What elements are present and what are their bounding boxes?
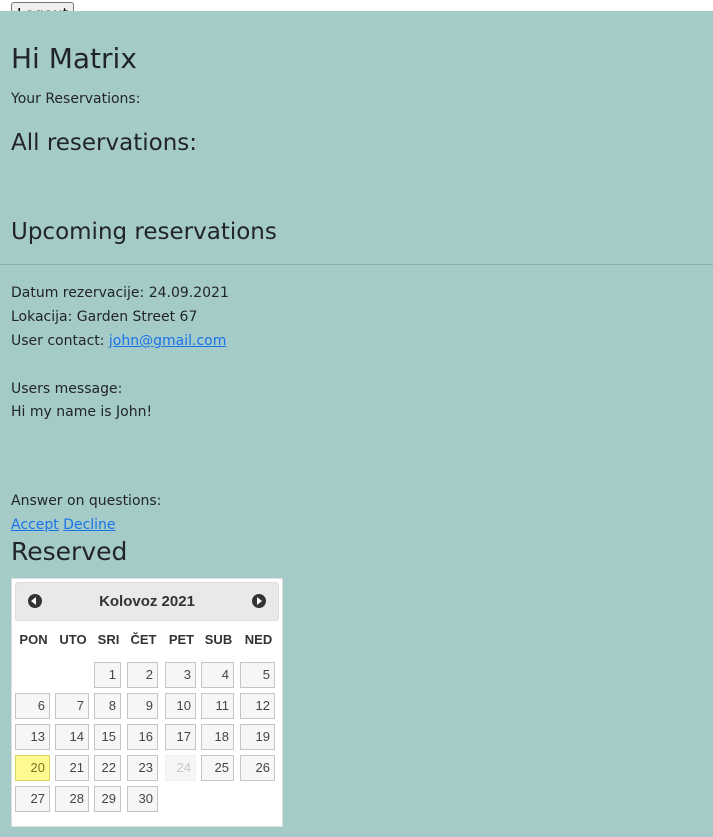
weekday-header: SRI xyxy=(97,632,120,647)
calendar-day[interactable]: 28 xyxy=(55,786,89,812)
calendar-day[interactable]: 11 xyxy=(201,693,234,719)
calendar-day[interactable]: 16 xyxy=(127,724,158,750)
calendar-day[interactable]: 7 xyxy=(55,693,89,719)
next-month-icon[interactable] xyxy=(252,594,266,608)
users-message-text: Hi my name is John! xyxy=(11,404,153,420)
page-content: Hi Matrix Your Reservations: All reserva… xyxy=(0,11,713,837)
calendar-day[interactable]: 9 xyxy=(127,693,158,719)
calendar-day[interactable]: 1 xyxy=(94,662,121,688)
weekday-header: SUB xyxy=(204,632,233,647)
calendar-day[interactable]: 13 xyxy=(15,724,50,750)
calendar-day[interactable]: 20 xyxy=(15,755,50,781)
answer-actions: Accept Decline xyxy=(11,514,116,536)
all-reservations-heading: All reservations: xyxy=(11,130,198,156)
datepicker-calendar: Kolovoz 2021 PON UTO SRI ČET PET SUB NED 12345… xyxy=(11,578,283,827)
calendar-day[interactable]: 19 xyxy=(240,724,275,750)
calendar-day[interactable]: 23 xyxy=(127,755,158,781)
calendar-day[interactable]: 27 xyxy=(15,786,50,812)
calendar-day[interactable]: 29 xyxy=(94,786,121,812)
contact-email-link[interactable]: john@gmail.com xyxy=(109,333,226,349)
reservation-contact: User contact: john@gmail.com xyxy=(11,330,226,352)
decline-link[interactable]: Decline xyxy=(63,517,115,533)
weekday-header: PON xyxy=(19,632,48,647)
calendar-day[interactable]: 12 xyxy=(240,693,275,719)
weekday-header: NED xyxy=(244,632,273,647)
calendar-day[interactable]: 5 xyxy=(240,662,275,688)
calendar-day[interactable]: 25 xyxy=(201,755,234,781)
divider xyxy=(0,264,713,265)
calendar-day[interactable]: 17 xyxy=(165,724,196,750)
calendar-day[interactable]: 15 xyxy=(94,724,121,750)
calendar-day[interactable]: 14 xyxy=(55,724,89,750)
calendar-month-title: Kolovoz 2021 xyxy=(99,593,195,610)
calendar-header: Kolovoz 2021 xyxy=(15,582,279,621)
answer-label: Answer on questions: xyxy=(11,493,162,509)
reserved-heading: Reserved xyxy=(11,537,128,566)
calendar-day[interactable]: 21 xyxy=(55,755,89,781)
calendar-day[interactable]: 10 xyxy=(165,693,196,719)
weekday-header: ČET xyxy=(130,632,157,647)
accept-link[interactable]: Accept xyxy=(11,517,59,533)
calendar-day[interactable]: 26 xyxy=(240,755,275,781)
greeting-heading: Hi Matrix xyxy=(11,42,137,75)
calendar-day[interactable]: 3 xyxy=(165,662,196,688)
contact-label: User contact: xyxy=(11,333,109,349)
calendar-day[interactable]: 6 xyxy=(15,693,50,719)
weekday-header: PET xyxy=(168,632,195,647)
calendar-day[interactable]: 8 xyxy=(94,693,121,719)
calendar-day[interactable]: 22 xyxy=(94,755,121,781)
your-reservations-label: Your Reservations: xyxy=(11,91,141,107)
weekday-header-row: PON UTO SRI ČET PET SUB NED xyxy=(15,628,279,652)
calendar-day[interactable]: 30 xyxy=(127,786,158,812)
calendar-day[interactable]: 18 xyxy=(201,724,234,750)
reservation-location: Lokacija: Garden Street 67 xyxy=(11,309,198,325)
upcoming-reservations-heading: Upcoming reservations xyxy=(11,219,277,245)
calendar-day[interactable]: 2 xyxy=(127,662,158,688)
reservation-date: Datum rezervacije: 24.09.2021 xyxy=(11,285,229,301)
users-message-label: Users message: xyxy=(11,381,123,397)
weekday-header: UTO xyxy=(59,632,87,647)
calendar-day[interactable]: 4 xyxy=(201,662,234,688)
calendar-day: 24 xyxy=(165,755,196,781)
